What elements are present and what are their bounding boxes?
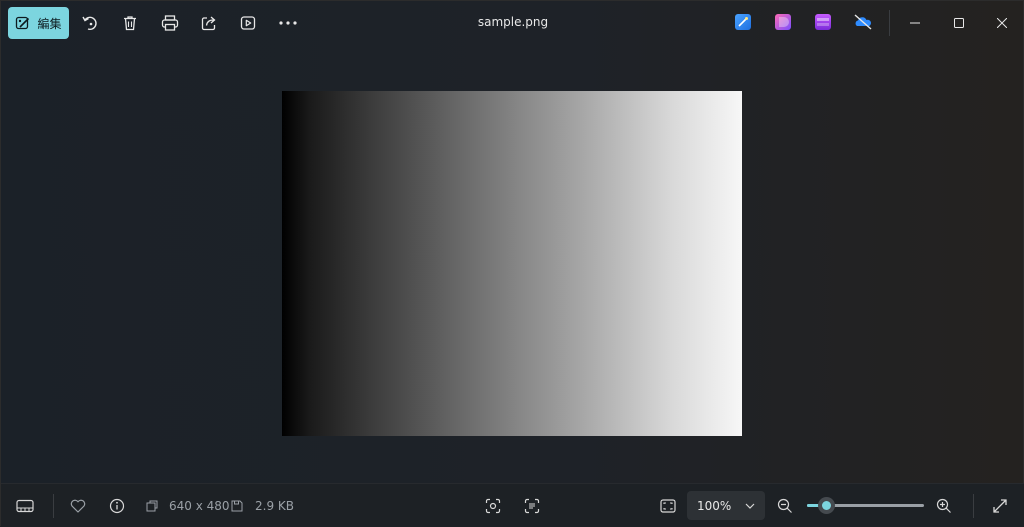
displayed-image[interactable] <box>282 91 742 436</box>
status-divider-right <box>973 494 974 518</box>
fit-to-window-icon[interactable] <box>659 497 677 515</box>
print-icon[interactable] <box>158 11 182 35</box>
rotate-icon[interactable] <box>78 11 102 35</box>
full-screen-icon[interactable] <box>991 497 1009 515</box>
chevron-down-icon <box>745 503 755 509</box>
bottom-status-bar: 640 x 480 2.9 KB 100% <box>1 483 1024 527</box>
favorite-heart-icon[interactable] <box>69 497 87 515</box>
top-toolbar: 編集 sample.png <box>1 1 1024 45</box>
text-scan-icon[interactable] <box>523 497 541 515</box>
file-size: 2.9 KB <box>255 499 294 513</box>
zoom-in-icon[interactable] <box>935 497 953 515</box>
edit-button-label: 編集 <box>37 16 62 31</box>
edit-image-icon <box>15 15 31 31</box>
slideshow-icon[interactable] <box>236 11 260 35</box>
photos-legacy-icon[interactable] <box>815 14 831 30</box>
onedrive-off-icon[interactable] <box>854 14 872 30</box>
image-size-icon <box>145 497 159 515</box>
file-size-icon <box>230 497 244 515</box>
zoom-level-value: 100% <box>697 498 732 513</box>
visual-search-icon[interactable] <box>484 497 502 515</box>
status-divider <box>53 494 54 518</box>
filmstrip-icon[interactable] <box>16 497 34 515</box>
maximize-icon[interactable] <box>949 13 969 33</box>
zoom-level-dropdown[interactable]: 100% <box>687 491 765 520</box>
designer-icon[interactable] <box>735 14 751 30</box>
image-dimensions: 640 x 480 <box>169 499 230 513</box>
zoom-slider[interactable] <box>807 497 924 514</box>
more-icon[interactable] <box>276 11 300 35</box>
zoom-out-icon[interactable] <box>776 497 794 515</box>
edit-button[interactable]: 編集 <box>8 7 69 39</box>
photos-app-window: 編集 sample.png 640 x 480 2.9 KB 100% <box>0 0 1024 527</box>
delete-icon[interactable] <box>118 11 142 35</box>
share-icon[interactable] <box>197 11 221 35</box>
info-icon[interactable] <box>108 497 126 515</box>
close-icon[interactable] <box>992 13 1012 33</box>
toolbar-divider <box>889 10 890 36</box>
zoom-slider-thumb[interactable] <box>818 497 836 514</box>
clipchamp-icon[interactable] <box>775 14 791 30</box>
minimize-icon[interactable] <box>905 13 925 33</box>
